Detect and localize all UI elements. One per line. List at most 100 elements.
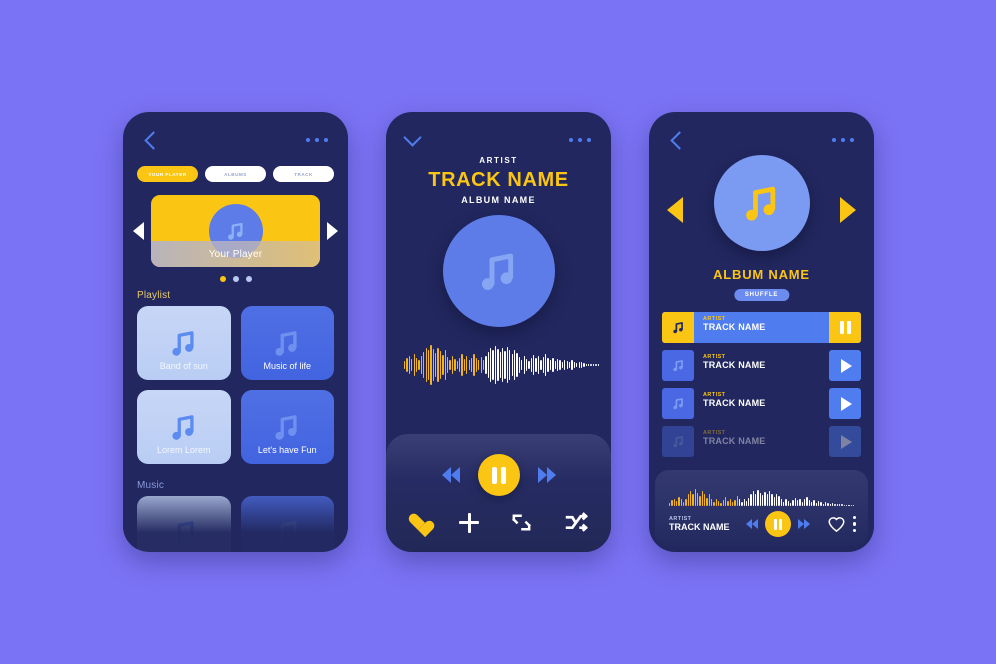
collapse-icon[interactable]	[403, 127, 422, 147]
phone-screen-now-playing: ARTIST TRACK NAME ALBUM NAME	[386, 112, 611, 552]
previous-track-button[interactable]	[441, 467, 460, 483]
waveform-bar	[456, 361, 458, 369]
waveform-bar	[778, 496, 780, 506]
waveform-bar	[722, 500, 724, 506]
music-note-icon	[280, 521, 297, 544]
featured-card[interactable]: Your Player	[151, 195, 320, 267]
shuffle-icon[interactable]	[564, 510, 589, 535]
more-horizontal-icon[interactable]	[832, 138, 854, 142]
waveform-progress[interactable]	[404, 344, 599, 386]
playlist-tile[interactable]: Let's have Fun	[240, 390, 334, 464]
music-note-icon	[672, 436, 683, 448]
tab-track[interactable]: TRACK	[273, 166, 334, 182]
carousel-pagination[interactable]	[123, 276, 348, 282]
previous-album-icon[interactable]	[667, 197, 683, 223]
track-pause-button[interactable]	[829, 312, 861, 343]
track-row[interactable]: ARTIST TRACK NAME	[662, 426, 861, 457]
waveform-bar	[766, 494, 769, 506]
waveform-bar	[743, 499, 745, 506]
playlist-tile[interactable]: Band of sun	[137, 306, 231, 380]
repeat-icon[interactable]	[510, 511, 533, 534]
music-section-title: Music	[137, 480, 165, 491]
heart-filled-icon[interactable]	[408, 514, 428, 532]
waveform-bar	[561, 361, 564, 369]
tab-albums[interactable]: ALBUMS	[205, 166, 266, 182]
music-grid	[137, 496, 334, 552]
waveform-bar	[494, 346, 497, 384]
music-tile[interactable]	[137, 496, 231, 552]
track-title: TRACK NAME	[703, 436, 766, 446]
playlist-tile[interactable]: Music of life	[240, 306, 334, 380]
waveform-bar	[458, 357, 461, 373]
mini-player-row: ARTIST TRACK NAME	[669, 511, 856, 537]
mini-actions	[827, 515, 856, 533]
track-play-button[interactable]	[829, 350, 861, 381]
music-note-icon	[275, 331, 297, 356]
track-row[interactable]: ARTIST TRACK NAME	[662, 350, 861, 381]
waveform-bar	[806, 496, 808, 506]
waveform-bar	[537, 355, 540, 375]
waveform-bar	[404, 361, 406, 369]
music-note-icon	[275, 415, 297, 440]
waveform-bar	[499, 352, 501, 378]
waveform-bar	[820, 501, 822, 506]
mini-player-bar: ARTIST TRACK NAME	[655, 470, 868, 546]
plus-icon[interactable]	[459, 512, 479, 533]
waveform-bar	[423, 351, 425, 379]
mini-track-meta: ARTIST TRACK NAME	[669, 516, 730, 532]
waveform-bar	[815, 502, 817, 506]
more-horizontal-icon[interactable]	[306, 138, 328, 142]
screen1-header	[123, 125, 348, 155]
waveform-bar	[497, 349, 499, 381]
music-note-icon	[177, 521, 194, 544]
pagination-dot-1[interactable]	[219, 276, 226, 282]
more-vertical-icon[interactable]	[852, 516, 856, 532]
mini-play-pause-button[interactable]	[765, 511, 792, 537]
playlist-tile-label: Let's have Fun	[257, 445, 317, 455]
screen2-header	[386, 125, 611, 155]
album-art	[713, 155, 810, 251]
waveform-bar	[687, 494, 689, 506]
waveform-bar	[411, 359, 413, 371]
back-icon[interactable]	[144, 130, 163, 150]
waveform-bar	[435, 353, 437, 377]
waveform-bar	[673, 498, 675, 506]
waveform-bar	[523, 356, 525, 374]
waveform-bar	[413, 354, 415, 376]
back-icon[interactable]	[670, 130, 689, 150]
music-note-icon	[745, 186, 775, 221]
mini-next-button[interactable]	[798, 519, 811, 529]
waveform-bar	[785, 498, 787, 506]
shuffle-button[interactable]: SHUFFLE	[733, 289, 790, 301]
more-horizontal-icon[interactable]	[569, 138, 591, 142]
next-track-button[interactable]	[537, 467, 556, 483]
carousel-prev-icon[interactable]	[133, 222, 144, 240]
waveform-bar	[748, 497, 750, 506]
heart-outline-icon[interactable]	[827, 515, 846, 533]
music-note-icon	[672, 322, 683, 334]
playlist-tile[interactable]: Lorem Lorem	[137, 390, 231, 464]
waveform-bar	[804, 499, 806, 506]
pagination-dot-2[interactable]	[232, 276, 239, 282]
mini-waveform[interactable]	[669, 480, 855, 506]
play-pause-button[interactable]	[477, 454, 520, 496]
track-row[interactable]: ARTIST TRACK NAME	[662, 312, 861, 343]
waveform-bar	[571, 360, 573, 370]
playlist-tile-label: Lorem Lorem	[156, 445, 211, 455]
tab-your-player[interactable]: YOUR PLAYER	[137, 166, 198, 182]
track-play-button[interactable]	[829, 426, 861, 457]
carousel-next-icon[interactable]	[327, 222, 338, 240]
next-album-icon[interactable]	[840, 197, 856, 223]
music-tile[interactable]	[240, 496, 334, 552]
track-title: TRACK NAME	[703, 398, 766, 408]
waveform-bar	[592, 364, 595, 366]
waveform-bar	[502, 348, 504, 382]
mini-previous-button[interactable]	[746, 519, 759, 529]
pagination-dot-3[interactable]	[245, 276, 252, 282]
music-note-icon	[672, 398, 683, 410]
waveform-bar	[845, 504, 848, 506]
waveform-bar	[439, 351, 442, 379]
waveform-bar	[813, 500, 815, 506]
track-play-button[interactable]	[829, 388, 861, 419]
track-row[interactable]: ARTIST TRACK NAME	[662, 388, 861, 419]
